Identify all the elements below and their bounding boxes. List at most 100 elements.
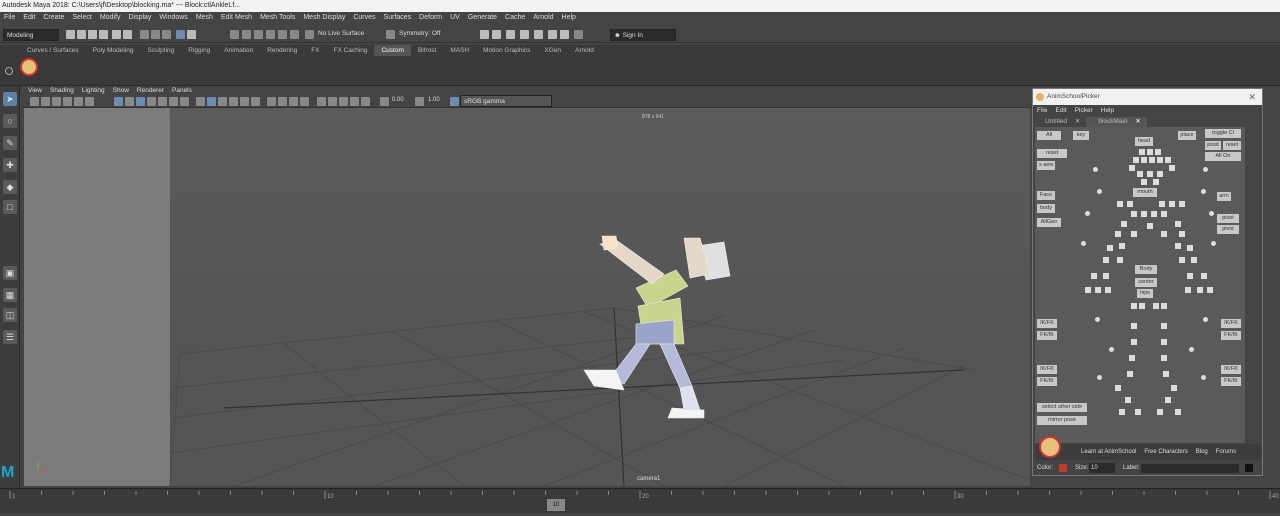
snap-point-icon[interactable]: [254, 30, 263, 39]
picker-control-square[interactable]: [1129, 165, 1135, 171]
symmetry-icon[interactable]: [386, 30, 395, 39]
select-by-component-icon[interactable]: [187, 30, 196, 39]
motion-blur-icon[interactable]: [278, 97, 287, 106]
picker-pivot1-button[interactable]: pivot: [1217, 214, 1239, 223]
xray-joints-icon[interactable]: [339, 97, 348, 106]
picker-control-square[interactable]: [1179, 257, 1185, 263]
text-color-swatch[interactable]: [1245, 464, 1253, 472]
hud-icon[interactable]: [361, 97, 370, 106]
menu-windows[interactable]: Windows: [159, 14, 187, 21]
picker-control-square[interactable]: [1161, 231, 1167, 237]
depth-of-field-icon[interactable]: [300, 97, 309, 106]
picker-control-square[interactable]: [1161, 339, 1167, 345]
shelf-tab-arnold[interactable]: Arnold: [568, 45, 601, 56]
picker-reset2-button[interactable]: reset: [1223, 141, 1241, 150]
smooth-shade-icon[interactable]: [207, 97, 216, 106]
shelf-tab-fx-caching[interactable]: FX Caching: [327, 45, 375, 56]
picker-control-square[interactable]: [1161, 211, 1167, 217]
snap-curve-icon[interactable]: [242, 30, 251, 39]
picker-hips-control[interactable]: hips: [1137, 289, 1153, 298]
gate-mask-icon[interactable]: [147, 97, 156, 106]
picker-control-square[interactable]: [1131, 211, 1137, 217]
picker-control-square[interactable]: [1157, 171, 1163, 177]
picker-center-control[interactable]: center: [1135, 278, 1157, 287]
panel-menu-lighting[interactable]: Lighting: [82, 87, 105, 94]
panel-menu-view[interactable]: View: [28, 87, 42, 94]
pause-viewport-icon[interactable]: [574, 30, 583, 39]
bookmark-icon[interactable]: [52, 97, 61, 106]
picker-control-square[interactable]: [1141, 211, 1147, 217]
panel-menu-shading[interactable]: Shading: [50, 87, 74, 94]
film-gate-icon[interactable]: [125, 97, 134, 106]
color-management-icon[interactable]: [450, 97, 459, 106]
picker-control-dot[interactable]: [1203, 317, 1208, 322]
picker-control-square[interactable]: [1163, 371, 1169, 377]
link-free-characters[interactable]: Free Characters: [1144, 449, 1187, 455]
snap-surface-icon[interactable]: [278, 30, 287, 39]
picker-all-button[interactable]: All: [1037, 131, 1061, 140]
picker-control-square[interactable]: [1159, 201, 1165, 207]
picker-control-square[interactable]: [1095, 287, 1101, 293]
picker-control-dot[interactable]: [1211, 241, 1216, 246]
xray-components-icon[interactable]: [350, 97, 359, 106]
menu-arnold[interactable]: Arnold: [533, 14, 553, 21]
ambient-occlusion-icon[interactable]: [267, 97, 276, 106]
menu-mesh-tools[interactable]: Mesh Tools: [260, 14, 295, 21]
picker-control-square[interactable]: [1147, 223, 1153, 229]
picker-ikfk-right-2[interactable]: IK/FK: [1221, 365, 1241, 374]
picker-control-square[interactable]: [1133, 157, 1139, 163]
hypershade-icon[interactable]: [534, 30, 543, 39]
picker-tab-blockmain[interactable]: blockMain ✕: [1086, 117, 1147, 127]
menu-edit[interactable]: Edit: [23, 14, 35, 21]
picker-control-square[interactable]: [1155, 149, 1161, 155]
picker-arm-button[interactable]: arm: [1217, 192, 1231, 201]
live-surface-icon[interactable]: [305, 30, 314, 39]
picker-control-square[interactable]: [1157, 409, 1163, 415]
picker-fkik-left-1[interactable]: FK/IK: [1037, 331, 1057, 340]
shelf-tab-fx[interactable]: FX: [304, 45, 326, 56]
open-scene-icon[interactable]: [88, 30, 97, 39]
shelf-tab-sculpting[interactable]: Sculpting: [141, 45, 182, 56]
move-tool-icon[interactable]: ✚: [3, 158, 17, 172]
picker-control-dot[interactable]: [1203, 167, 1208, 172]
picker-fkik-right-1[interactable]: FK/IK: [1221, 331, 1241, 340]
snap-grid-icon[interactable]: [230, 30, 239, 39]
safe-action-icon[interactable]: [169, 97, 178, 106]
picker-allgeo-button[interactable]: AllGeo: [1037, 218, 1061, 227]
picker-place-button[interactable]: place: [1178, 131, 1196, 140]
picker-control-square[interactable]: [1187, 273, 1193, 279]
safe-title-icon[interactable]: [180, 97, 189, 106]
picker-control-square[interactable]: [1147, 149, 1153, 155]
link-learn[interactable]: Learn at AnimSchool: [1081, 449, 1136, 455]
panel-menu-panels[interactable]: Panels: [172, 87, 192, 94]
select-tool-icon[interactable]: ➤: [3, 92, 17, 106]
xray-icon[interactable]: [328, 97, 337, 106]
panel-menu-show[interactable]: Show: [113, 87, 129, 94]
new-scene-icon[interactable]: [77, 30, 86, 39]
picker-control-square[interactable]: [1115, 231, 1121, 237]
menu-curves[interactable]: Curves: [353, 14, 375, 21]
shelf-tab-poly[interactable]: Poly Modeling: [86, 45, 141, 56]
picker-control-square[interactable]: [1103, 273, 1109, 279]
picker-control-square[interactable]: [1153, 179, 1159, 185]
wireframe-icon[interactable]: [196, 97, 205, 106]
render-region-icon[interactable]: [480, 30, 489, 39]
menu-help[interactable]: Help: [562, 14, 576, 21]
size-input[interactable]: 10: [1089, 463, 1115, 473]
picker-ikfk-right-1[interactable]: IK/FK: [1221, 319, 1241, 328]
picker-all-on-button[interactable]: All On: [1205, 152, 1241, 161]
picker-control-square[interactable]: [1139, 303, 1145, 309]
picker-control-square[interactable]: [1175, 243, 1181, 249]
picker-control-square[interactable]: [1131, 323, 1137, 329]
picker-control-square[interactable]: [1127, 201, 1133, 207]
picker-control-dot[interactable]: [1189, 347, 1194, 352]
outliner-layout-icon[interactable]: ☰: [3, 330, 17, 344]
picker-control-square[interactable]: [1187, 245, 1193, 251]
picker-control-square[interactable]: [1201, 273, 1207, 279]
render-frame-icon[interactable]: [492, 30, 501, 39]
snap-vertex-icon[interactable]: [290, 30, 299, 39]
live-surface-label[interactable]: No Live Surface: [318, 30, 364, 37]
picker-control-square[interactable]: [1179, 231, 1185, 237]
select-hierarchy-icon[interactable]: [140, 30, 149, 39]
shelf-tab-mash[interactable]: MASH: [443, 45, 476, 56]
